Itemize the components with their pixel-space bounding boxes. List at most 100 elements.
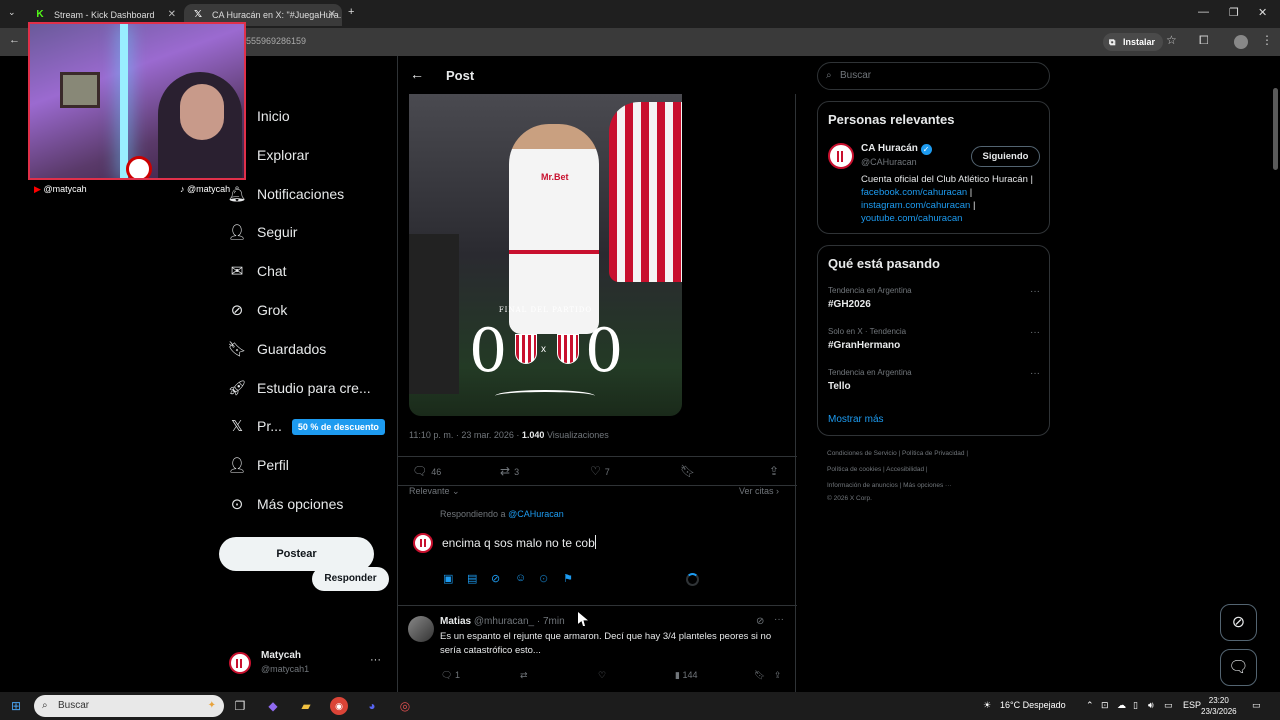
battery-icon[interactable]: ▭ [1164, 700, 1173, 711]
account-switcher[interactable]: Matycah @matycah1 ··· [229, 650, 389, 680]
comment-like-action[interactable]: ♡ [598, 670, 606, 681]
avatar [408, 616, 434, 642]
mic-icon[interactable]: ▯ [1133, 700, 1138, 711]
trend-item[interactable]: Tendencia en Argentina Tello ··· [828, 368, 1040, 392]
footer-links[interactable]: Política de cookies | Accesibilidad | [827, 466, 928, 473]
comment-reply-action[interactable]: 🗨︎ 1 [441, 670, 460, 681]
task-view-icon[interactable]: ❐ [231, 697, 249, 715]
weather-text[interactable]: 16°C Despejado [1000, 700, 1066, 710]
nav-label: Notificaciones [257, 186, 345, 202]
bio-link-youtube[interactable]: youtube.com/cahuracan [861, 213, 962, 224]
nav-label: Más opciones [257, 496, 344, 512]
tray-chevron-icon[interactable]: ⌃ [1086, 700, 1094, 711]
chrome-icon[interactable]: ◉ [330, 697, 348, 715]
more-dots-icon[interactable]: ··· [370, 654, 381, 666]
account-name[interactable]: CA Huracán ✓ [861, 143, 932, 155]
bio-link-facebook[interactable]: facebook.com/cahuracan [861, 187, 967, 198]
search-input[interactable]: ⌕ Buscar [817, 62, 1050, 90]
minimize-icon[interactable]: — [1198, 6, 1209, 18]
reply-button[interactable]: Responder [312, 567, 389, 591]
image-icon[interactable]: ▣ [443, 572, 453, 585]
bookmark-action[interactable]: 🔖︎ [680, 464, 699, 478]
extensions-icon[interactable]: ⧠ [1199, 33, 1209, 48]
trend-item[interactable]: Solo en X · Tendencia #GranHermano ··· [828, 327, 1040, 351]
comment-bookmark-action[interactable]: 🔖︎ [754, 670, 765, 681]
comment-views[interactable]: ▮ 144 [675, 670, 698, 681]
gif-icon[interactable]: ▤ [467, 572, 477, 585]
grok-icon[interactable]: ⊘ [756, 616, 764, 627]
comment-item[interactable]: Matias @mhuracan_ · 7min ⊘ ··· Es un esp… [398, 608, 797, 692]
menu-icon[interactable]: ⋮ [1261, 33, 1273, 47]
nav-item-mas-opciones[interactable]: ⊙ Más opciones [226, 489, 344, 519]
clock[interactable]: 23:20 23/3/2026 [1201, 695, 1237, 717]
install-button[interactable]: ⧉ Instalar [1103, 33, 1164, 51]
avatar[interactable] [828, 143, 854, 169]
scrollbar-thumb[interactable] [1273, 88, 1278, 170]
window-close-icon[interactable]: ✕ [1258, 6, 1267, 19]
profile-avatar[interactable] [1234, 35, 1248, 49]
nav-item-premium[interactable]: 𝕏 Pr... 50 % de descuento [226, 411, 385, 441]
following-button[interactable]: Siguiendo [971, 146, 1040, 167]
network-icon[interactable]: ⊡ [1101, 700, 1109, 711]
post-image[interactable]: Mr.Bet FINAL DEL PARTIDO 0 x 0 [409, 94, 682, 416]
grok-icon: ⊘ [230, 302, 244, 319]
comment-repost-action[interactable]: ⇄ [520, 670, 528, 681]
nav-item-perfil[interactable]: 👤︎ Perfil [226, 450, 288, 480]
share-action[interactable]: ⇪ [769, 464, 783, 478]
back-arrow-icon[interactable]: ← [410, 66, 424, 82]
reply-input[interactable]: encima q sos malo no te cob [442, 535, 772, 555]
volume-icon[interactable]: 🔊︎ [1148, 700, 1154, 711]
taskbar-search[interactable]: ⌕ Buscar ✦ [34, 695, 224, 717]
nav-item-guardados[interactable]: 🔖︎ Guardados [226, 334, 326, 364]
footer-links[interactable]: Información de anuncios | Más opciones ·… [827, 482, 952, 489]
file-explorer-icon[interactable]: ▰ [297, 697, 315, 715]
emoji-icon[interactable]: ☺ [515, 572, 526, 584]
grok-fab[interactable]: ⊘ [1220, 604, 1257, 641]
cloud-icon[interactable]: ☁ [1117, 700, 1126, 711]
notifications-icon[interactable]: ▭ [1252, 700, 1261, 711]
url-text[interactable]: 555969286159 [246, 36, 306, 46]
more-dots-icon[interactable]: ··· [774, 614, 784, 625]
more-dots-icon[interactable]: ··· [1030, 286, 1040, 297]
repost-action[interactable]: ⇄ 3 [500, 464, 519, 478]
post-button[interactable]: Postear [219, 537, 374, 571]
more-dots-icon[interactable]: ··· [1030, 368, 1040, 379]
reply-action[interactable]: 🗨︎ 46 [412, 464, 441, 478]
nav-label: Chat [257, 263, 287, 279]
view-quotes-link[interactable]: Ver citas › [739, 486, 779, 496]
replying-handle[interactable]: @CAHuracan [508, 509, 564, 519]
bio-separator: | [970, 200, 976, 211]
flag-icon[interactable]: ⚑ [563, 572, 573, 585]
like-action[interactable]: ♡ 7 [590, 464, 610, 478]
footer-links[interactable]: Condiciones de Servicio | Política de Pr… [827, 450, 968, 457]
discord-icon[interactable]: ◕ [363, 697, 381, 715]
restore-icon[interactable]: ❐ [1229, 6, 1239, 19]
nav-item-seguir[interactable]: 👤︎ Seguir [226, 217, 297, 247]
new-tab-icon[interactable]: + [348, 6, 354, 18]
sort-dropdown[interactable]: Relevante ⌄ [409, 486, 460, 497]
messages-fab[interactable]: 🗨︎ [1220, 649, 1257, 686]
post-timestamp[interactable]: 11:10 p. m. · 23 mar. 2026 · [409, 430, 522, 440]
show-more-link[interactable]: Mostrar más [828, 414, 884, 425]
more-dots-icon[interactable]: ··· [1030, 327, 1040, 338]
more-circle-icon: ⊙ [230, 496, 244, 513]
comment-name[interactable]: Matias [440, 616, 471, 627]
language-indicator[interactable]: ESP [1183, 700, 1201, 710]
trend-item[interactable]: Tendencia en Argentina #GH2026 ··· [828, 286, 1040, 310]
windows-start-icon[interactable]: ⊞ [7, 697, 25, 715]
nav-item-notificaciones[interactable]: 🔔︎ Notificaciones [226, 179, 344, 209]
tab-search-icon[interactable]: ⌄ [8, 7, 16, 18]
comment-share-action[interactable]: ⇪ [774, 670, 782, 681]
back-icon[interactable]: ← [9, 34, 20, 46]
nav-label: Grok [257, 302, 288, 318]
nav-item-grok[interactable]: ⊘ Grok [226, 295, 288, 325]
nav-item-estudio[interactable]: 🚀︎ Estudio para cre... [226, 373, 370, 403]
obs-icon[interactable]: ◎ [396, 697, 414, 715]
bio-link-instagram[interactable]: instagram.com/cahuracan [861, 200, 970, 211]
location-icon[interactable]: ⊙ [539, 572, 548, 585]
close-icon[interactable]: ✕ [328, 4, 336, 26]
nav-item-chat[interactable]: ✉ Chat [226, 256, 287, 286]
grok-icon[interactable]: ⊘ [491, 572, 500, 585]
copilot-icon[interactable]: ◆ [264, 697, 282, 715]
star-icon[interactable]: ☆ [1166, 33, 1177, 47]
